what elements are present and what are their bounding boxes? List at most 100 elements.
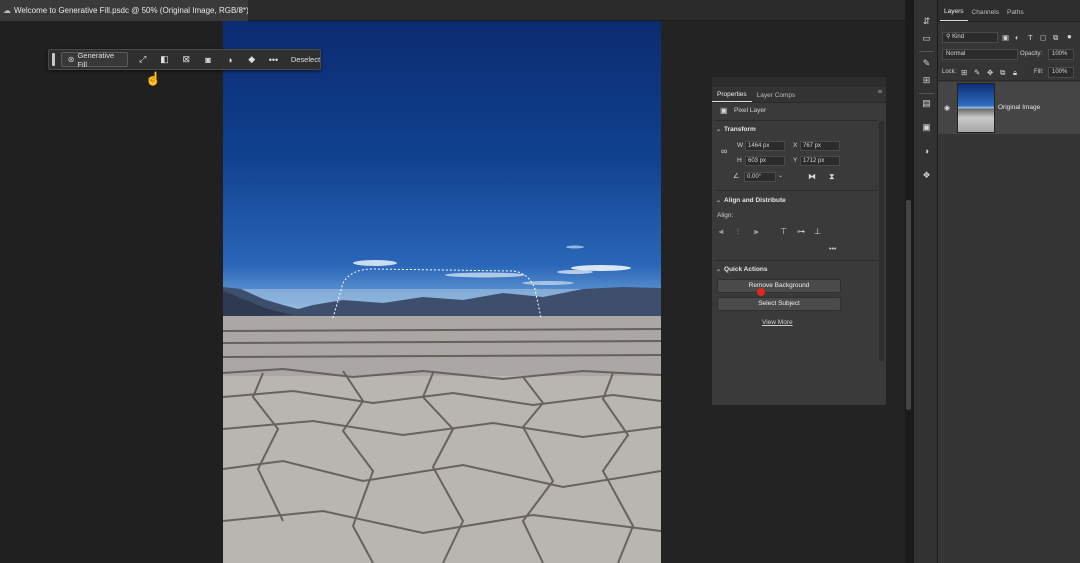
transform-selection-icon[interactable]: ⊠ <box>179 52 194 67</box>
lock-artboard-icon[interactable]: ⧉ <box>1000 68 1005 78</box>
quick-actions-title: Quick Actions <box>724 266 768 273</box>
cloud <box>557 270 593 274</box>
visibility-eye-icon[interactable]: ◉ <box>944 104 950 112</box>
align-label: Align: <box>717 212 734 219</box>
document-tab[interactable]: ☁ Welcome to Generative Fill.psdc @ 50% … <box>0 0 248 21</box>
select-subject-button[interactable]: Select Subject <box>717 297 841 311</box>
panel-header[interactable] <box>712 77 886 87</box>
link-icon[interactable]: ∞ <box>721 146 727 156</box>
layers-panel: Layers Channels Paths ⚲ Kind ▣ ◐ T ◻ ⧉ ●… <box>938 0 1080 563</box>
align-more-icon[interactable]: ••• <box>829 246 836 253</box>
width-label: W <box>737 142 744 149</box>
libraries-icon[interactable]: ▤ <box>914 98 939 109</box>
close-tab-icon[interactable]: × <box>239 5 244 15</box>
generative-fill-icon: ⊛ <box>67 55 75 64</box>
generative-fill-label: Generative Fill <box>77 50 115 69</box>
cloud <box>566 245 584 249</box>
invert-selection-icon[interactable]: ◧ <box>157 52 172 67</box>
align-top-edges-icon[interactable]: ⊤ <box>780 227 787 236</box>
filter-toggle-icon[interactable]: ● <box>1067 32 1072 41</box>
align-left-edges-icon[interactable]: ⫷ <box>719 227 724 237</box>
brush-icon[interactable]: ✎ <box>914 58 939 69</box>
divider <box>715 120 877 121</box>
remove-background-button[interactable]: Remove Background <box>717 279 841 293</box>
angle-dropdown-icon[interactable]: ⌄ <box>778 172 783 179</box>
divider <box>715 190 877 191</box>
layer-filter-row: ⚲ Kind ▣ ◐ T ◻ ⧉ ● <box>938 28 1080 45</box>
layer-type-label: Pixel Layer <box>734 107 767 114</box>
strip-divider <box>919 51 934 52</box>
tab-layers[interactable]: Layers <box>940 8 968 21</box>
properties-icon[interactable]: ▣ <box>914 122 939 133</box>
align-right-edges-icon[interactable]: ⫸ <box>754 227 759 237</box>
y-field[interactable]: 1712 px <box>800 156 840 166</box>
cloud <box>522 281 574 285</box>
tab-channels[interactable]: Channels <box>968 9 1003 21</box>
x-field[interactable]: 767 px <box>800 141 840 151</box>
more-options-icon[interactable]: ••• <box>266 52 281 67</box>
strip-divider <box>919 93 934 94</box>
align-vertical-centers-icon[interactable]: ⊶ <box>797 227 805 236</box>
lock-position-icon[interactable]: ✥ <box>987 68 993 77</box>
filter-pixel-icon[interactable]: ▣ <box>1002 33 1009 42</box>
filter-type-icon[interactable]: T <box>1028 33 1033 42</box>
tab-properties[interactable]: Properties <box>712 91 752 102</box>
align-section-header[interactable]: ⌄ Align and Distribute <box>716 197 786 204</box>
lock-fill-row: Lock: ⊞ ✎ ✥ ⧉ 🔒︎ Fill: 100% <box>938 64 1080 81</box>
modify-selection-icon[interactable]: ⤢ <box>135 52 150 67</box>
blend-opacity-row: Normal Opacity: 100% <box>938 46 1080 63</box>
flip-horizontal-icon[interactable]: ⧓ <box>808 172 816 181</box>
lock-image-icon[interactable]: ✎ <box>974 68 980 77</box>
canvas-scrollbar[interactable] <box>906 200 911 410</box>
align-bottom-edges-icon[interactable]: ⊥ <box>814 227 821 236</box>
height-field[interactable]: 603 px <box>745 156 785 166</box>
photoshop-window: ☁ Welcome to Generative Fill.psdc @ 50% … <box>0 0 1080 563</box>
height-label: H <box>737 157 742 164</box>
tab-layer-comps[interactable]: Layer Comps <box>752 92 801 102</box>
align-title: Align and Distribute <box>724 197 786 204</box>
cloud-document-icon: ☁ <box>3 6 11 15</box>
opacity-field[interactable]: 100% <box>1048 49 1074 60</box>
tab-paths[interactable]: Paths <box>1003 9 1028 21</box>
deselect-button[interactable]: Deselect <box>291 55 320 64</box>
lock-transparent-icon[interactable]: ⊞ <box>961 68 967 77</box>
filter-kind-value: Kind <box>952 34 965 40</box>
blend-mode-select[interactable]: Normal <box>942 49 1018 60</box>
flip-vertical-icon[interactable]: ⧗ <box>829 172 835 182</box>
filter-shape-icon[interactable]: ◻ <box>1040 33 1046 42</box>
fill-selection-icon[interactable]: ◆ <box>244 52 259 67</box>
document-tab-bar: ☁ Welcome to Generative Fill.psdc @ 50% … <box>0 0 912 21</box>
landscape-artwork <box>223 245 661 563</box>
pixel-layer-icon: ▣ <box>720 106 728 115</box>
panel-menu-icon[interactable]: ≡ <box>878 89 882 96</box>
layer-comps-icon[interactable]: ❖ <box>914 170 939 181</box>
filter-kind-select[interactable]: ⚲ Kind <box>942 32 998 43</box>
layer-name[interactable]: Original Image <box>998 104 1040 111</box>
adjustments-icon[interactable]: ◑ <box>914 146 939 156</box>
transform-section-header[interactable]: ⌄ Transform <box>716 126 756 133</box>
create-mask-icon[interactable]: ◙ <box>201 52 216 67</box>
canvas-image[interactable] <box>223 21 661 563</box>
salt-flat-far <box>223 316 661 376</box>
lock-all-icon[interactable]: 🔒︎ <box>1013 68 1017 78</box>
layer-row[interactable]: ◉ Original Image <box>938 82 1080 134</box>
view-more-link[interactable]: View More <box>762 319 793 326</box>
properties-scrollbar[interactable] <box>879 121 884 361</box>
align-horizontal-centers-icon[interactable]: ⫶ <box>737 227 739 237</box>
chevron-down-icon: ⌄ <box>716 198 722 204</box>
filter-adjustment-icon[interactable]: ◐ <box>1015 33 1020 42</box>
angle-field[interactable]: 0.00° <box>744 172 776 182</box>
adjust-icon[interactable]: ⊞ <box>914 75 939 86</box>
history-icon[interactable]: ⇵ <box>914 16 939 27</box>
generative-fill-button[interactable]: ⊛ Generative Fill <box>60 50 129 69</box>
taskbar-drag-handle[interactable] <box>52 53 55 66</box>
adjustment-layer-icon[interactable]: ◑ <box>223 52 238 67</box>
comments-icon[interactable]: ▭ <box>914 33 939 44</box>
width-field[interactable]: 1464 px <box>745 141 785 151</box>
cloud <box>445 272 525 278</box>
panel-icon-strip: ⇵ ▭ ✎ ⊞ ▤ ▣ ◑ ❖ <box>913 0 938 563</box>
fill-field[interactable]: 100% <box>1048 67 1074 78</box>
filter-smart-object-icon[interactable]: ⧉ <box>1053 33 1058 43</box>
quick-actions-section-header[interactable]: ⌄ Quick Actions <box>716 266 768 273</box>
click-indicator <box>757 288 765 296</box>
